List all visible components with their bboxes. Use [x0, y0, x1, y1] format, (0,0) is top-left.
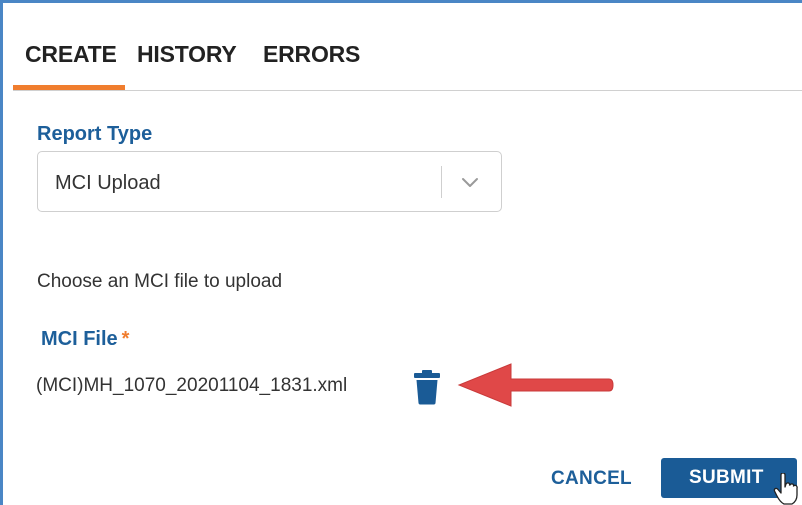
required-marker: *	[121, 328, 130, 350]
mci-file-label-text: MCI File	[41, 328, 118, 350]
tab-create[interactable]: CREATE	[25, 41, 117, 68]
upload-instruction: Choose an MCI file to upload	[37, 271, 283, 292]
trash-icon[interactable]	[413, 369, 441, 405]
report-type-label: Report Type	[37, 123, 153, 145]
mci-file-label: MCI File *	[41, 328, 129, 351]
cancel-button[interactable]: CANCEL	[551, 468, 632, 490]
arrow-left-icon	[457, 363, 614, 407]
report-type-value: MCI Upload	[55, 172, 161, 194]
uploaded-file-name: (MCI)MH_1070_20201104_1831.xml	[36, 375, 348, 396]
tab-history[interactable]: HISTORY	[137, 41, 237, 68]
chevron-down-icon[interactable]	[456, 168, 484, 196]
hand-pointer-icon	[773, 473, 798, 505]
report-type-select[interactable]: MCI Upload	[37, 151, 502, 212]
active-tab-indicator	[13, 85, 125, 90]
tab-bar: CREATE HISTORY ERRORS	[13, 31, 802, 91]
select-separator	[441, 166, 442, 198]
app-frame: CREATE HISTORY ERRORS Report Type MCI Up…	[0, 0, 802, 505]
tab-errors[interactable]: ERRORS	[263, 41, 360, 68]
